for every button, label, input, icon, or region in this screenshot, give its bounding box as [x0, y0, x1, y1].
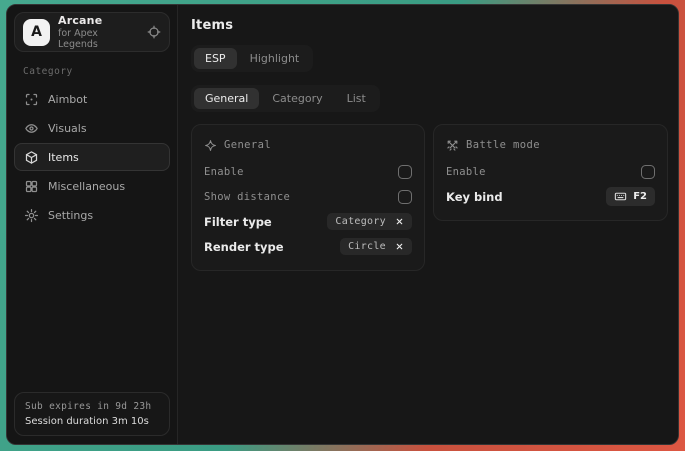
visuals-icon	[24, 121, 39, 136]
sidebar-item-label: Items	[48, 151, 79, 164]
aimbot-icon	[24, 92, 39, 107]
sidebar-item-label: Miscellaneous	[48, 180, 125, 193]
sidebar-item-label: Settings	[48, 209, 93, 222]
general-panel-title: General	[224, 139, 271, 151]
sidebar-section-label: Category	[23, 66, 170, 77]
setting-label: Enable	[446, 166, 486, 178]
setting-label: Show distance	[204, 191, 290, 203]
sidebar-item-label: Aimbot	[48, 93, 87, 106]
arcane-window: A Arcane for Apex Legends Category	[6, 4, 679, 445]
keyboard-icon	[614, 190, 627, 203]
sidebar-item-miscellaneous[interactable]: Miscellaneous	[14, 172, 170, 200]
setting-row-enable: Enable	[446, 159, 655, 184]
battle-enable-checkbox[interactable]	[641, 165, 655, 179]
app-title: Arcane	[58, 14, 139, 27]
app-subtitle: for Apex Legends	[58, 28, 139, 50]
tab-highlight[interactable]: Highlight	[239, 48, 311, 69]
sidebar-item-label: Visuals	[48, 122, 87, 135]
setting-label: Filter type	[204, 215, 272, 229]
setting-row-key-bind: Key bind F2	[446, 184, 655, 209]
setting-row-show-distance: Show distance	[204, 184, 412, 209]
misc-grid-icon	[24, 179, 39, 194]
render-type-select[interactable]: Circle	[340, 238, 412, 255]
tab-category[interactable]: Category	[261, 88, 333, 109]
general-panel-header: General	[204, 134, 412, 156]
swords-icon	[446, 139, 459, 152]
session-duration-text: Session duration 3m 10s	[25, 416, 159, 427]
app-logo-letter: A	[31, 24, 42, 40]
close-icon[interactable]	[395, 242, 404, 251]
sub-expiry-text: Sub expires in 9d 23h	[25, 401, 159, 412]
sidebar-item-aimbot[interactable]: Aimbot	[14, 85, 170, 113]
battle-mode-panel: Battle mode Enable Key bind	[433, 124, 668, 221]
app-header-card: A Arcane for Apex Legends	[14, 12, 170, 52]
tab-esp[interactable]: ESP	[194, 48, 237, 69]
setting-label: Key bind	[446, 190, 503, 204]
show-distance-checkbox[interactable]	[398, 190, 412, 204]
sidebar-item-visuals[interactable]: Visuals	[14, 114, 170, 142]
enable-checkbox[interactable]	[398, 165, 412, 179]
sparkle-icon	[204, 139, 217, 152]
filter-type-select[interactable]: Category	[327, 213, 412, 230]
app-meta: Arcane for Apex Legends	[58, 14, 139, 50]
settings-cards: General Enable Show distance Filter type…	[191, 124, 668, 271]
sidebar-nav: Aimbot Visuals	[14, 85, 170, 229]
sidebar: A Arcane for Apex Legends Category	[7, 5, 177, 444]
app-logo: A	[23, 19, 50, 46]
setting-label: Render type	[204, 240, 284, 254]
filter-type-value: Category	[335, 216, 386, 227]
view-tab-group: General Category List	[191, 85, 380, 112]
desktop-background: A Arcane for Apex Legends Category	[0, 0, 685, 451]
sidebar-item-settings[interactable]: Settings	[14, 201, 170, 229]
mode-tab-group: ESP Highlight	[191, 45, 313, 72]
setting-row-render-type: Render type Circle	[204, 234, 412, 259]
tab-general[interactable]: General	[194, 88, 259, 109]
key-bind-button[interactable]: F2	[606, 187, 655, 206]
main-content: Items ESP Highlight General Category Lis…	[177, 5, 679, 444]
setting-label: Enable	[204, 166, 244, 178]
sidebar-item-items[interactable]: Items	[14, 143, 170, 171]
crosshair-icon[interactable]	[147, 25, 161, 39]
page-title: Items	[191, 18, 668, 33]
setting-row-enable: Enable	[204, 159, 412, 184]
battle-mode-panel-header: Battle mode	[446, 134, 655, 156]
battle-mode-panel-title: Battle mode	[466, 139, 540, 151]
tab-list[interactable]: List	[336, 88, 377, 109]
items-icon	[24, 150, 39, 165]
gear-icon	[24, 208, 39, 223]
close-icon[interactable]	[395, 217, 404, 226]
render-type-value: Circle	[348, 241, 386, 252]
general-panel: General Enable Show distance Filter type…	[191, 124, 425, 271]
subscription-card: Sub expires in 9d 23h Session duration 3…	[14, 392, 170, 436]
key-bind-value: F2	[633, 191, 647, 202]
setting-row-filter-type: Filter type Category	[204, 209, 412, 234]
